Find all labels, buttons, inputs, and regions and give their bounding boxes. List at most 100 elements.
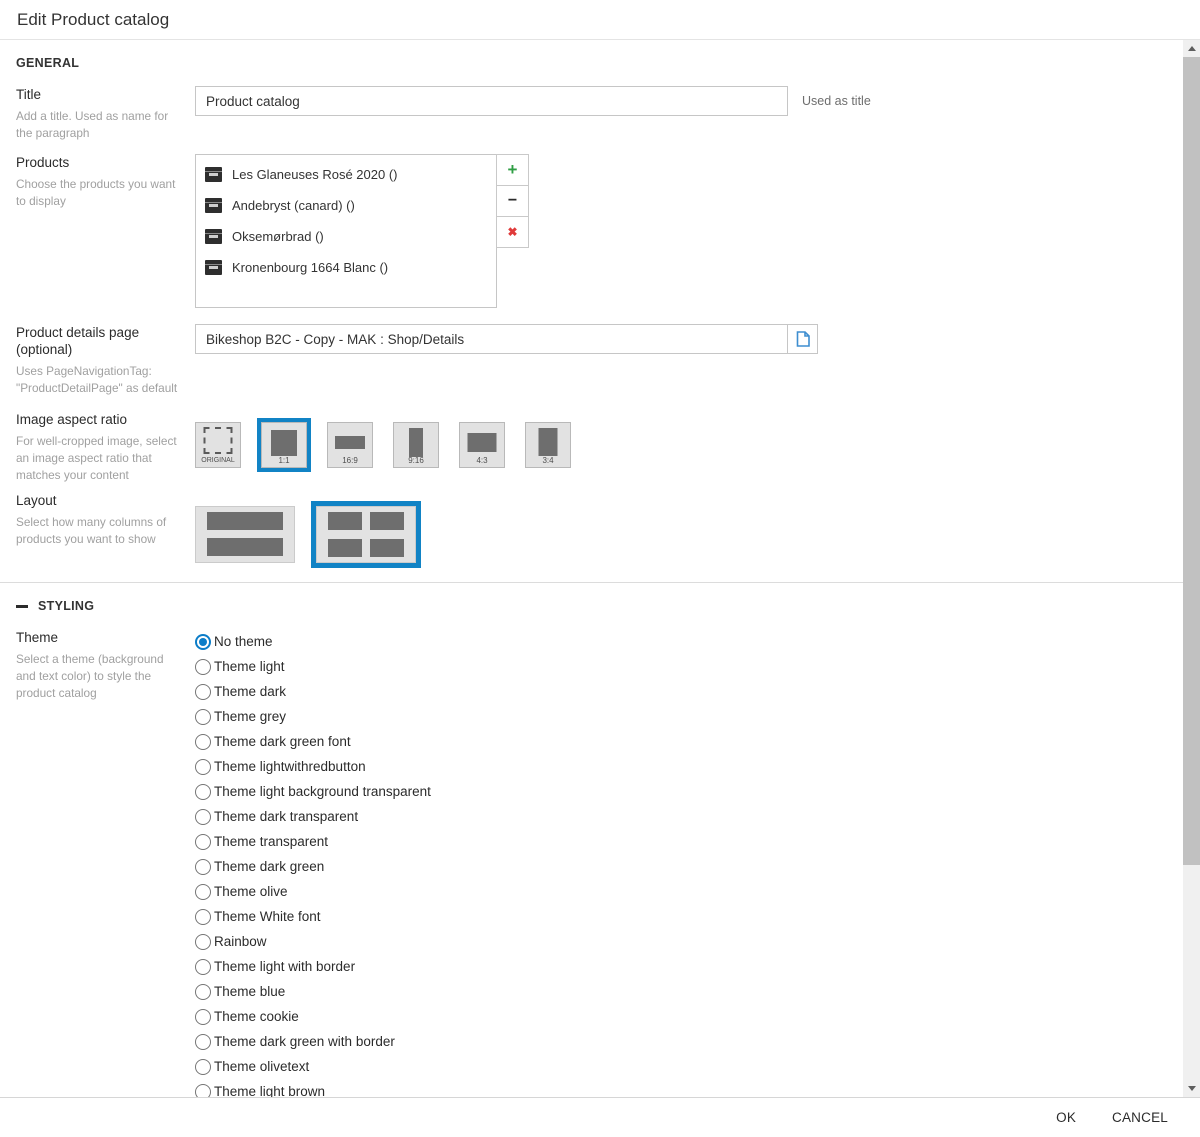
- products-listbox[interactable]: Les Glaneuses Rosé 2020 () Andebryst (ca…: [195, 154, 497, 308]
- add-product-button[interactable]: +: [496, 154, 529, 186]
- radio-icon[interactable]: [195, 1059, 211, 1075]
- title-input[interactable]: [195, 86, 788, 116]
- radio-icon[interactable]: [195, 784, 211, 800]
- aspect-ratio-help: For well-cropped image, select an image …: [16, 433, 179, 484]
- minus-icon: −: [508, 192, 517, 210]
- layout-row: Layout Select how many columns of produc…: [16, 492, 1183, 568]
- theme-option-theme-lightwithredbutton[interactable]: Theme lightwithredbutton: [195, 754, 1183, 779]
- theme-help: Select a theme (background and text colo…: [16, 651, 179, 702]
- remove-product-button[interactable]: −: [496, 185, 529, 217]
- theme-option-theme-blue[interactable]: Theme blue: [195, 979, 1183, 1004]
- radio-icon[interactable]: [195, 959, 211, 975]
- product-box-icon: [205, 260, 222, 275]
- theme-option-theme-dark-green-with-border[interactable]: Theme dark green with border: [195, 1029, 1183, 1054]
- title-label: Title: [16, 86, 179, 103]
- layout-grid: [328, 512, 404, 557]
- aspect-shape-9-16: [409, 428, 423, 457]
- layout-help: Select how many columns of products you …: [16, 514, 179, 548]
- product-item-label: Les Glaneuses Rosé 2020 (): [232, 167, 397, 182]
- radio-icon[interactable]: [195, 684, 211, 700]
- radio-icon[interactable]: [195, 1084, 211, 1098]
- radio-icon[interactable]: [195, 984, 211, 1000]
- radio-icon[interactable]: [195, 909, 211, 925]
- details-page-input[interactable]: [195, 324, 788, 354]
- aspect-option-3-4[interactable]: 3:4: [525, 422, 571, 468]
- aspect-option-1-1[interactable]: 1:1: [261, 422, 307, 468]
- aspect-ratio-label: Image aspect ratio: [16, 411, 179, 428]
- aspect-shape-original: [204, 427, 233, 454]
- products-help: Choose the products you want to display: [16, 176, 179, 210]
- x-icon: ✖: [507, 225, 517, 239]
- radio-icon[interactable]: [195, 1034, 211, 1050]
- product-box-icon: [205, 198, 222, 213]
- cancel-button[interactable]: CANCEL: [1112, 1110, 1168, 1125]
- theme-option-theme-light[interactable]: Theme light: [195, 654, 1183, 679]
- layout-option-one-column[interactable]: [195, 506, 295, 563]
- vertical-scrollbar[interactable]: [1183, 40, 1200, 1097]
- theme-option-theme-dark-transparent[interactable]: Theme dark transparent: [195, 804, 1183, 829]
- theme-option-theme-grey[interactable]: Theme grey: [195, 704, 1183, 729]
- radio-icon[interactable]: [195, 809, 211, 825]
- aspect-option-9-16[interactable]: 9:16: [393, 422, 439, 468]
- theme-option-theme-dark-green[interactable]: Theme dark green: [195, 854, 1183, 879]
- theme-option-theme-light-brown[interactable]: Theme light brown: [195, 1079, 1183, 1097]
- product-item-label: Oksemørbrad (): [232, 229, 324, 244]
- dialog-content: GENERAL Title Add a title. Used as name …: [0, 40, 1183, 1097]
- product-item[interactable]: Andebryst (canard) (): [196, 190, 496, 221]
- aspect-shape-4-3: [468, 433, 497, 452]
- theme-option-no-theme[interactable]: No theme: [195, 629, 1183, 654]
- theme-option-theme-white-font[interactable]: Theme White font: [195, 904, 1183, 929]
- details-page-label: Product details page (optional): [16, 324, 179, 358]
- theme-option-theme-light-with-border[interactable]: Theme light with border: [195, 954, 1183, 979]
- theme-option-theme-olivetext[interactable]: Theme olivetext: [195, 1054, 1183, 1079]
- radio-icon[interactable]: [195, 834, 211, 850]
- radio-icon[interactable]: [195, 934, 211, 950]
- product-box-icon: [205, 229, 222, 244]
- theme-option-theme-light-background-transparent[interactable]: Theme light background transparent: [195, 779, 1183, 804]
- radio-icon[interactable]: [195, 634, 211, 650]
- radio-icon[interactable]: [195, 659, 211, 675]
- aspect-options: ORIGINAL 1:1 16:9 9:16 4:3: [195, 417, 1183, 473]
- products-label: Products: [16, 154, 179, 171]
- layout-option-two-columns[interactable]: [316, 506, 416, 563]
- select-page-button[interactable]: [787, 324, 818, 354]
- products-buttons: + − ✖: [496, 154, 529, 248]
- radio-icon[interactable]: [195, 1009, 211, 1025]
- aspect-option-original[interactable]: ORIGINAL: [195, 422, 241, 468]
- details-page-row: Product details page (optional) Uses Pag…: [16, 324, 1183, 397]
- theme-option-theme-transparent[interactable]: Theme transparent: [195, 829, 1183, 854]
- theme-option-theme-cookie[interactable]: Theme cookie: [195, 1004, 1183, 1029]
- section-styling[interactable]: STYLING: [16, 599, 1183, 613]
- aspect-shape-16-9: [335, 436, 365, 449]
- delete-product-button[interactable]: ✖: [496, 216, 529, 248]
- radio-icon[interactable]: [195, 759, 211, 775]
- aspect-shape-1-1: [271, 430, 297, 456]
- ok-button[interactable]: OK: [1056, 1110, 1076, 1125]
- scroll-down-arrow-icon[interactable]: [1183, 1080, 1200, 1097]
- aspect-option-16-9[interactable]: 16:9: [327, 422, 373, 468]
- product-item[interactable]: Oksemørbrad (): [196, 221, 496, 252]
- theme-option-theme-dark-green-font[interactable]: Theme dark green font: [195, 729, 1183, 754]
- theme-label: Theme: [16, 629, 179, 646]
- radio-icon[interactable]: [195, 734, 211, 750]
- dialog-header: Edit Product catalog: [0, 0, 1200, 40]
- theme-options: No theme Theme light Theme dark Theme gr…: [195, 629, 1183, 1097]
- product-item-label: Kronenbourg 1664 Blanc (): [232, 260, 388, 275]
- aspect-option-4-3[interactable]: 4:3: [459, 422, 505, 468]
- product-item[interactable]: Kronenbourg 1664 Blanc (): [196, 252, 496, 283]
- product-item[interactable]: Les Glaneuses Rosé 2020 (): [196, 159, 496, 190]
- collapse-icon[interactable]: [16, 605, 28, 608]
- radio-icon[interactable]: [195, 709, 211, 725]
- theme-row: Theme Select a theme (background and tex…: [16, 629, 1183, 1097]
- radio-icon[interactable]: [195, 859, 211, 875]
- title-row: Title Add a title. Used as name for the …: [16, 86, 1183, 142]
- radio-icon[interactable]: [195, 884, 211, 900]
- theme-option-theme-olive[interactable]: Theme olive: [195, 879, 1183, 904]
- section-divider: [0, 582, 1183, 583]
- products-row: Products Choose the products you want to…: [16, 154, 1183, 308]
- product-box-icon: [205, 167, 222, 182]
- scroll-up-arrow-icon[interactable]: [1183, 40, 1200, 57]
- scrollbar-thumb[interactable]: [1183, 57, 1200, 865]
- theme-option-rainbow[interactable]: Rainbow: [195, 929, 1183, 954]
- theme-option-theme-dark[interactable]: Theme dark: [195, 679, 1183, 704]
